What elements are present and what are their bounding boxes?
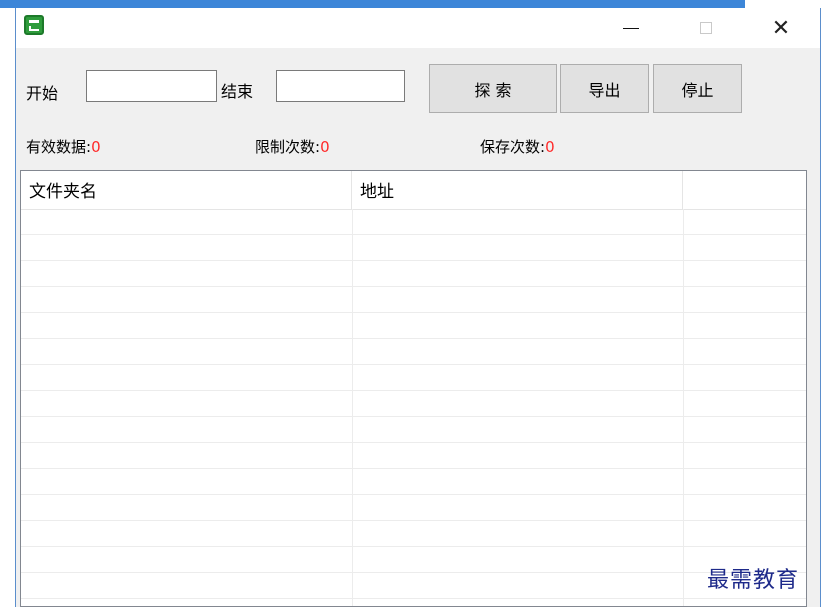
table-row[interactable] bbox=[21, 521, 806, 547]
end-label: 结束 bbox=[221, 82, 254, 101]
end-input[interactable] bbox=[276, 70, 405, 102]
table-row[interactable] bbox=[21, 287, 806, 313]
column-divider bbox=[683, 209, 684, 606]
table-header: 文件夹名 地址 bbox=[21, 171, 806, 210]
app-logo-icon bbox=[24, 15, 44, 35]
table-row[interactable] bbox=[21, 235, 806, 261]
results-table[interactable]: 文件夹名 地址 bbox=[20, 170, 807, 607]
column-header-extra[interactable] bbox=[683, 171, 806, 209]
minimize-icon bbox=[623, 27, 639, 29]
save-count-value: 0 bbox=[545, 138, 555, 156]
limit-count-value: 0 bbox=[320, 138, 330, 156]
save-count-stat: 保存次数:0 bbox=[480, 136, 555, 157]
limit-count-label: 限制次数: bbox=[255, 138, 321, 156]
table-row[interactable] bbox=[21, 339, 806, 365]
table-row[interactable] bbox=[21, 573, 806, 599]
close-button[interactable]: ✕ bbox=[758, 8, 804, 48]
maximize-icon bbox=[700, 22, 712, 34]
top-accent-bar bbox=[0, 0, 745, 8]
table-row[interactable] bbox=[21, 417, 806, 443]
app-window: ✕ 开始 结束 探 索 导出 停止 有效数据:0 限制次数:0 保存次数:0 文… bbox=[15, 8, 821, 607]
search-button[interactable]: 探 索 bbox=[429, 64, 557, 113]
table-row[interactable] bbox=[21, 209, 806, 235]
export-button[interactable]: 导出 bbox=[560, 64, 649, 113]
valid-data-label: 有效数据: bbox=[26, 138, 92, 156]
valid-data-stat: 有效数据:0 bbox=[26, 136, 101, 157]
table-row[interactable] bbox=[21, 313, 806, 339]
minimize-button[interactable] bbox=[608, 8, 654, 48]
column-divider bbox=[352, 209, 353, 606]
valid-data-value: 0 bbox=[91, 138, 101, 156]
table-row[interactable] bbox=[21, 547, 806, 573]
table-row[interactable] bbox=[21, 391, 806, 417]
stop-button[interactable]: 停止 bbox=[653, 64, 742, 113]
table-row[interactable] bbox=[21, 469, 806, 495]
limit-count-stat: 限制次数:0 bbox=[255, 136, 330, 157]
table-row[interactable] bbox=[21, 599, 806, 606]
column-header-address[interactable]: 地址 bbox=[352, 171, 683, 209]
table-body bbox=[21, 209, 806, 606]
close-icon: ✕ bbox=[771, 15, 791, 41]
table-row[interactable] bbox=[21, 495, 806, 521]
watermark-text: 最需教育 bbox=[707, 568, 800, 593]
title-bar: ✕ bbox=[16, 8, 820, 48]
start-label: 开始 bbox=[26, 84, 59, 103]
maximize-button[interactable] bbox=[683, 8, 729, 48]
table-row[interactable] bbox=[21, 443, 806, 469]
save-count-label: 保存次数: bbox=[480, 138, 546, 156]
column-header-folder[interactable]: 文件夹名 bbox=[21, 171, 352, 209]
table-row[interactable] bbox=[21, 365, 806, 391]
table-row[interactable] bbox=[21, 261, 806, 287]
start-input[interactable] bbox=[86, 70, 217, 102]
